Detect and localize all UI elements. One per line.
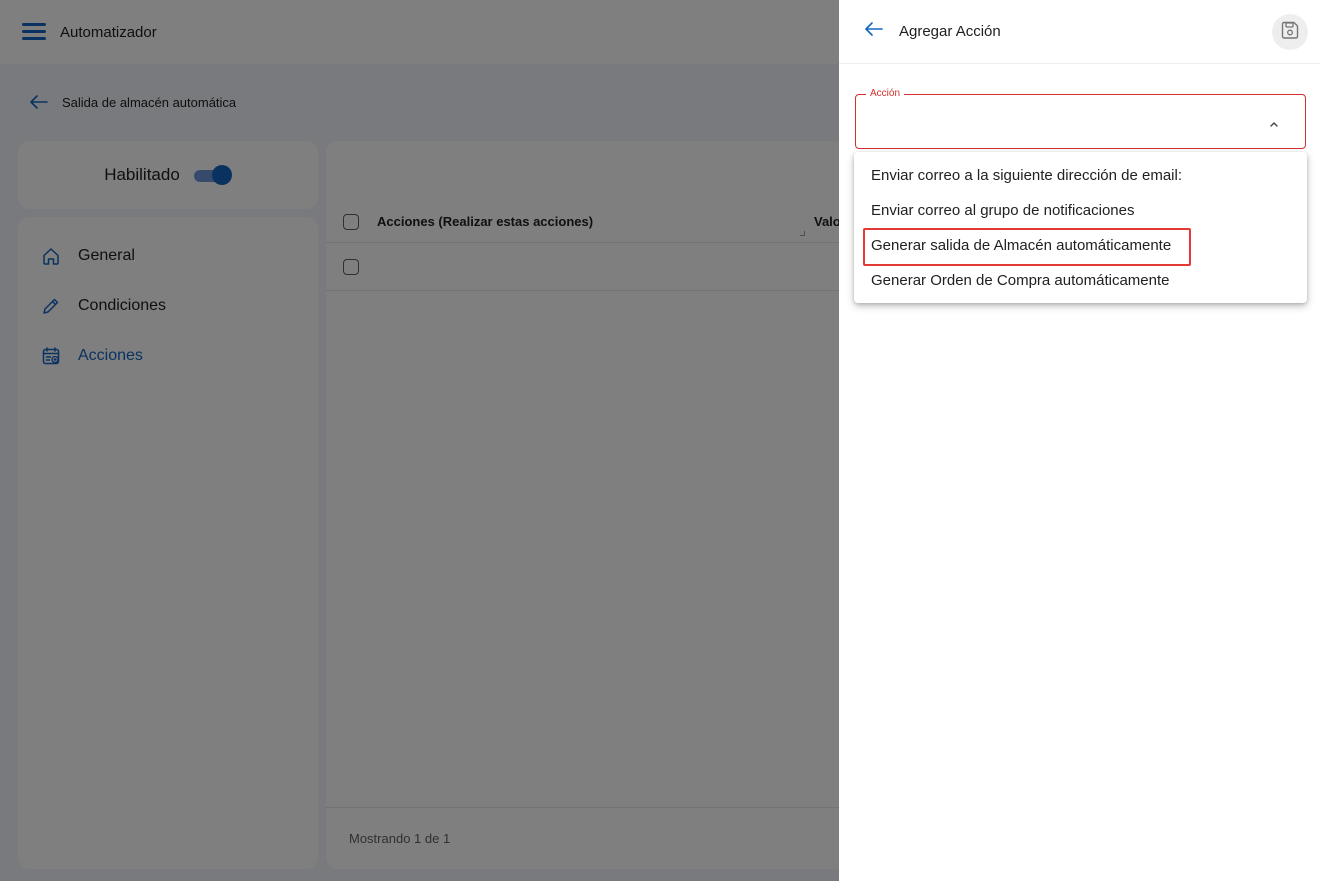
accion-select-label: Acción xyxy=(866,88,905,99)
drawer-title: Agregar Acción xyxy=(899,23,1001,40)
arrow-left-icon[interactable] xyxy=(865,22,883,41)
option-enviar-correo-grupo[interactable]: Enviar correo al grupo de notificaciones xyxy=(854,193,1307,228)
option-generar-orden-compra[interactable]: Generar Orden de Compra automáticamente xyxy=(854,263,1307,298)
save-icon xyxy=(1280,20,1300,45)
accion-select[interactable]: Acción xyxy=(855,88,1306,149)
option-enviar-correo-email[interactable]: Enviar correo a la siguiente dirección d… xyxy=(854,158,1307,193)
option-generar-salida-almacen[interactable]: Generar salida de Almacén automáticament… xyxy=(854,228,1307,266)
modal-overlay[interactable] xyxy=(0,0,839,881)
accion-options-menu: Enviar correo a la siguiente dirección d… xyxy=(854,152,1307,303)
add-action-drawer: Agregar Acción Acción Enviar correo a la… xyxy=(839,0,1320,881)
save-button[interactable] xyxy=(1272,14,1308,50)
drawer-header: Agregar Acción xyxy=(839,0,1320,64)
chevron-up-icon[interactable] xyxy=(1269,115,1279,133)
